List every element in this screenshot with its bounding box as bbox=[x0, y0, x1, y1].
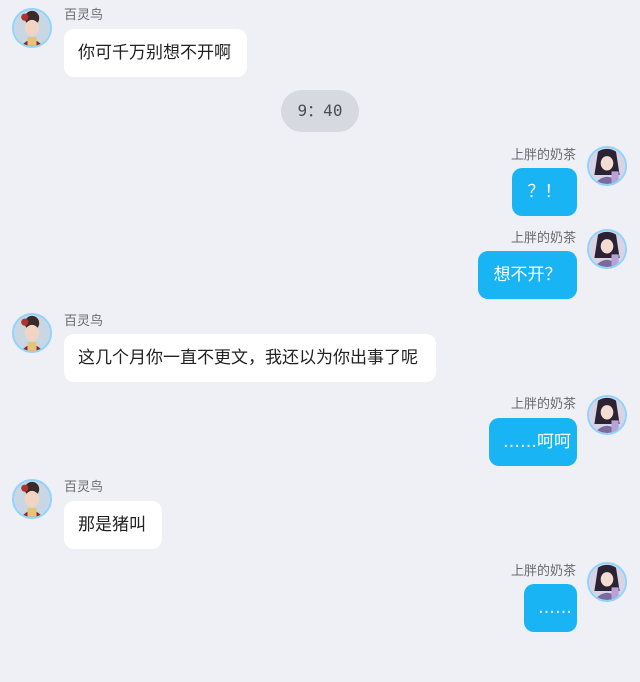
message-bubble-incoming[interactable]: 你可千万别想不开啊 bbox=[64, 29, 247, 77]
avatar-bailingniao-image bbox=[14, 10, 50, 46]
chat-area[interactable]: 百灵鸟 你可千万别想不开啊 9：40 上胖的奶茶 ？！ 上胖的奶茶 想不开？ 百… bbox=[0, 0, 640, 682]
avatar-shangpang[interactable] bbox=[587, 562, 627, 602]
message-bubble-incoming[interactable]: 这几个月你一直不更文，我还以为你出事了呢 bbox=[64, 334, 436, 382]
sender-name: 百灵鸟 bbox=[64, 314, 104, 329]
avatar-shangpang-image bbox=[589, 564, 625, 600]
avatar-shangpang-image bbox=[589, 231, 625, 267]
message-bubble-outgoing[interactable]: 想不开？ bbox=[478, 251, 577, 299]
sender-name: 百灵鸟 bbox=[64, 480, 104, 495]
avatar-bailingniao-image bbox=[14, 315, 50, 351]
message-bubble-incoming[interactable]: 那是猪叫 bbox=[64, 501, 162, 549]
sender-name: 百灵鸟 bbox=[64, 8, 104, 23]
message-bubble-outgoing[interactable]: …… bbox=[524, 584, 577, 632]
sender-name: 上胖的奶茶 bbox=[510, 564, 576, 579]
message-bubble-outgoing[interactable]: ？！ bbox=[512, 168, 577, 216]
avatar-shangpang-image bbox=[589, 397, 625, 433]
sender-name: 上胖的奶茶 bbox=[510, 148, 576, 163]
sender-name: 上胖的奶茶 bbox=[510, 397, 576, 412]
avatar-bailingniao[interactable] bbox=[12, 313, 52, 353]
avatar-bailingniao-image bbox=[14, 481, 50, 517]
avatar-shangpang[interactable] bbox=[587, 146, 627, 186]
message-bubble-outgoing[interactable]: ……呵呵 bbox=[489, 418, 577, 466]
avatar-bailingniao[interactable] bbox=[12, 479, 52, 519]
timestamp-pill: 9：40 bbox=[281, 90, 359, 132]
avatar-bailingniao[interactable] bbox=[12, 8, 52, 48]
avatar-shangpang[interactable] bbox=[587, 395, 627, 435]
sender-name: 上胖的奶茶 bbox=[510, 231, 576, 246]
avatar-shangpang-image bbox=[589, 148, 625, 184]
avatar-shangpang[interactable] bbox=[587, 229, 627, 269]
